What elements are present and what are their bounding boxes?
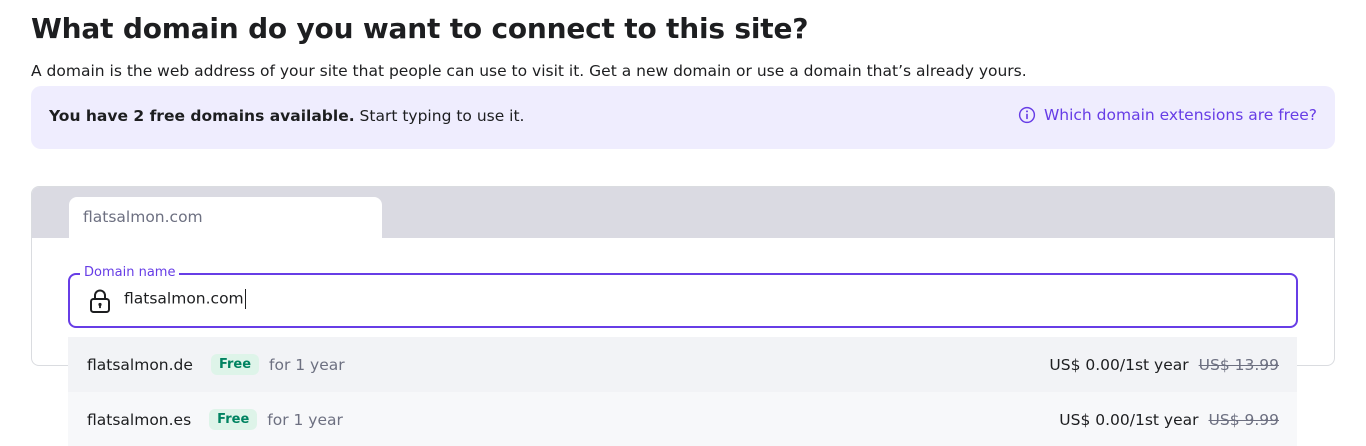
banner-text: Start typing to use it.	[354, 107, 525, 125]
free-domains-banner: You have 2 free domains available. Start…	[31, 86, 1335, 149]
free-extensions-link[interactable]: Which domain extensions are free?	[1018, 106, 1317, 124]
free-badge: Free	[210, 354, 260, 375]
domain-name-label: Domain name	[80, 265, 180, 281]
tab-domain[interactable]: flatsalmon.com	[69, 197, 382, 239]
suggestion-price: US$ 0.00/1st year	[1049, 355, 1189, 374]
lock-icon	[90, 289, 110, 313]
suggestion-name: flatsalmon.de	[87, 355, 193, 374]
suggestion-old-price: US$ 13.99	[1198, 355, 1279, 374]
banner-message: You have 2 free domains available. Start…	[49, 107, 525, 125]
domain-name-input[interactable]: flatsalmon.com	[124, 289, 1224, 309]
free-extensions-link-label: Which domain extensions are free?	[1043, 106, 1317, 124]
domain-name-field[interactable]: Domain name flatsalmon.com	[68, 265, 1298, 328]
suggestion-term: for 1 year	[267, 410, 343, 429]
text-caret	[244, 289, 246, 309]
suggestion-old-price: US$ 9.99	[1208, 410, 1279, 429]
suggestion-name: flatsalmon.es	[87, 410, 192, 429]
page-title: What domain do you want to connect to th…	[31, 12, 809, 45]
page-subtitle: A domain is the web address of your site…	[31, 62, 1027, 80]
banner-bold-text: You have 2 free domains available.	[49, 107, 355, 125]
tab-bar: flatsalmon.com	[32, 187, 1334, 239]
free-badge: Free	[209, 409, 258, 430]
suggestion-row[interactable]: flatsalmon.es Free for 1 year US$ 0.00/1…	[68, 392, 1297, 446]
suggestion-row[interactable]: flatsalmon.de Free for 1 year US$ 0.00/1…	[68, 337, 1297, 392]
suggestion-term: for 1 year	[269, 355, 345, 374]
suggestion-price: US$ 0.00/1st year	[1059, 410, 1199, 429]
info-icon	[1018, 106, 1036, 124]
domain-suggestions: flatsalmon.de Free for 1 year US$ 0.00/1…	[68, 337, 1297, 446]
